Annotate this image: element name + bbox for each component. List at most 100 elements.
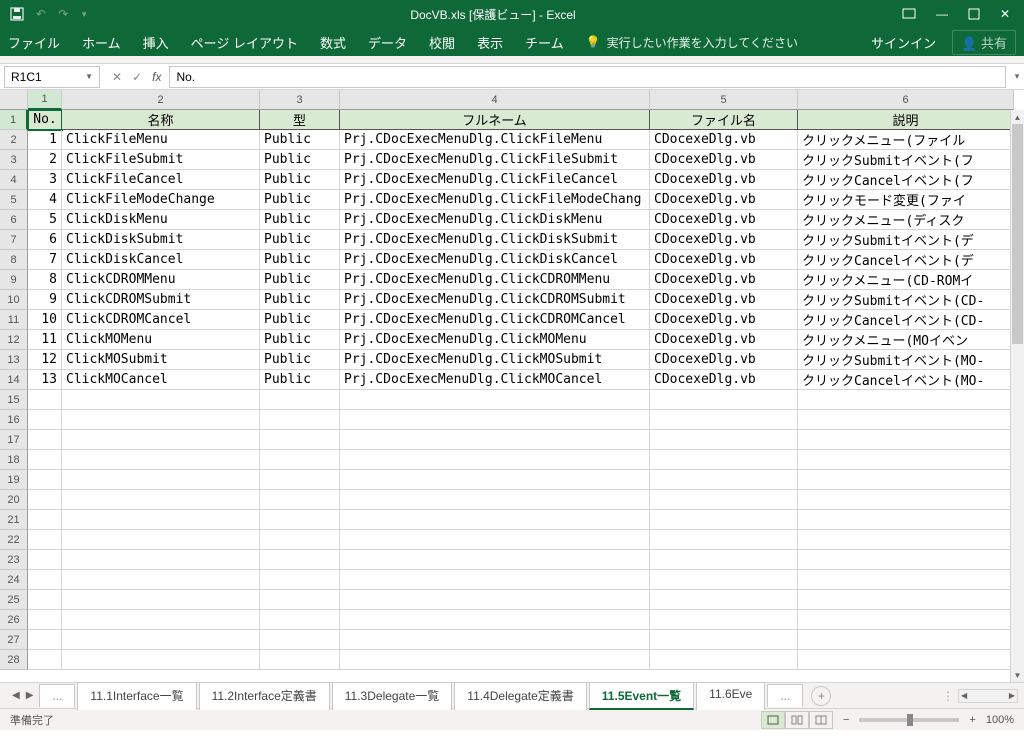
cell[interactable]: 名称 bbox=[62, 110, 260, 130]
cell[interactable]: 2 bbox=[28, 150, 62, 170]
cell[interactable] bbox=[260, 550, 340, 570]
cell[interactable] bbox=[340, 510, 650, 530]
cell[interactable]: クリックSubmitイベント(CD- bbox=[798, 290, 1014, 310]
sheet-tab[interactable]: 11.5Event一覧 bbox=[589, 682, 694, 710]
cell[interactable]: ClickFileMenu bbox=[62, 130, 260, 150]
cell[interactable] bbox=[62, 450, 260, 470]
cell[interactable]: CDocexeDlg.vb bbox=[650, 230, 798, 250]
cell[interactable]: ClickFileCancel bbox=[62, 170, 260, 190]
cell[interactable]: クリックメニュー(ファイル bbox=[798, 130, 1014, 150]
cell[interactable] bbox=[340, 590, 650, 610]
undo-icon[interactable]: ↶ bbox=[36, 7, 46, 21]
cell[interactable]: クリックCancelイベント(MO- bbox=[798, 370, 1014, 390]
cell[interactable]: 3 bbox=[28, 170, 62, 190]
row-header[interactable]: 15 bbox=[0, 390, 28, 410]
cell[interactable]: Public bbox=[260, 310, 340, 330]
save-icon[interactable] bbox=[10, 7, 24, 21]
sheet-tab[interactable]: 11.1Interface一覧 bbox=[77, 682, 196, 710]
row-header[interactable]: 13 bbox=[0, 350, 28, 370]
cell[interactable] bbox=[260, 510, 340, 530]
cell[interactable]: クリックSubmitイベント(デ bbox=[798, 230, 1014, 250]
redo-icon[interactable]: ↷ bbox=[58, 7, 68, 21]
cell[interactable]: Public bbox=[260, 210, 340, 230]
cell[interactable]: Public bbox=[260, 190, 340, 210]
zoom-out-button[interactable]: − bbox=[843, 714, 849, 726]
row-header[interactable]: 24 bbox=[0, 570, 28, 590]
cell[interactable]: 1 bbox=[28, 130, 62, 150]
cell[interactable] bbox=[62, 570, 260, 590]
zoom-level[interactable]: 100% bbox=[986, 714, 1014, 726]
cell[interactable]: Prj.CDocExecMenuDlg.ClickDiskSubmit bbox=[340, 230, 650, 250]
cell[interactable] bbox=[260, 410, 340, 430]
cell[interactable] bbox=[62, 430, 260, 450]
row-header[interactable]: 3 bbox=[0, 150, 28, 170]
cell[interactable] bbox=[260, 590, 340, 610]
cell[interactable]: ファイル名 bbox=[650, 110, 798, 130]
cell[interactable]: 11 bbox=[28, 330, 62, 350]
cell[interactable] bbox=[650, 530, 798, 550]
cell[interactable] bbox=[28, 510, 62, 530]
scroll-down-icon[interactable]: ▼ bbox=[1011, 668, 1024, 682]
cell[interactable]: CDocexeDlg.vb bbox=[650, 250, 798, 270]
cell[interactable]: ClickFileModeChange bbox=[62, 190, 260, 210]
cell[interactable] bbox=[650, 390, 798, 410]
tab-review[interactable]: 校閲 bbox=[429, 33, 455, 52]
cell[interactable]: クリックメニュー(CD-ROMイ bbox=[798, 270, 1014, 290]
ribbon-display-icon[interactable] bbox=[902, 8, 916, 20]
cell[interactable]: 説明 bbox=[798, 110, 1014, 130]
cell[interactable] bbox=[798, 650, 1014, 670]
cell[interactable]: Prj.CDocExecMenuDlg.ClickFileMenu bbox=[340, 130, 650, 150]
col-header[interactable]: 4 bbox=[340, 90, 650, 110]
cell[interactable]: フルネーム bbox=[340, 110, 650, 130]
cell[interactable]: ClickMOCancel bbox=[62, 370, 260, 390]
cell[interactable]: Public bbox=[260, 250, 340, 270]
cell[interactable] bbox=[340, 490, 650, 510]
cell[interactable]: 12 bbox=[28, 350, 62, 370]
cell[interactable]: ClickDiskCancel bbox=[62, 250, 260, 270]
cell[interactable]: CDocexeDlg.vb bbox=[650, 350, 798, 370]
tab-home[interactable]: ホーム bbox=[82, 33, 121, 52]
cell[interactable]: Prj.CDocExecMenuDlg.ClickCDROMSubmit bbox=[340, 290, 650, 310]
new-sheet-button[interactable]: + bbox=[811, 686, 831, 706]
cell[interactable]: CDocexeDlg.vb bbox=[650, 290, 798, 310]
sheet-tab-more[interactable]: ... bbox=[767, 684, 803, 707]
cell[interactable] bbox=[62, 390, 260, 410]
fx-icon[interactable]: fx bbox=[152, 70, 161, 84]
cell[interactable] bbox=[340, 570, 650, 590]
qat-dropdown-icon[interactable]: ▼ bbox=[80, 10, 88, 19]
cell[interactable]: Prj.CDocExecMenuDlg.ClickFileCancel bbox=[340, 170, 650, 190]
cell[interactable] bbox=[62, 610, 260, 630]
cell[interactable] bbox=[62, 510, 260, 530]
cell[interactable] bbox=[650, 490, 798, 510]
cell[interactable]: ClickFileSubmit bbox=[62, 150, 260, 170]
row-header[interactable]: 12 bbox=[0, 330, 28, 350]
vertical-scrollbar[interactable]: ▲ ▼ bbox=[1010, 110, 1024, 682]
cell[interactable]: クリックメニュー(MOイベン bbox=[798, 330, 1014, 350]
row-header[interactable]: 25 bbox=[0, 590, 28, 610]
cell[interactable]: Public bbox=[260, 370, 340, 390]
cell[interactable]: CDocexeDlg.vb bbox=[650, 170, 798, 190]
cell[interactable] bbox=[798, 390, 1014, 410]
cell[interactable] bbox=[62, 630, 260, 650]
row-header[interactable]: 9 bbox=[0, 270, 28, 290]
cell[interactable]: クリックCancelイベント(フ bbox=[798, 170, 1014, 190]
row-header[interactable]: 1 bbox=[0, 110, 28, 130]
cell[interactable]: No. bbox=[28, 110, 62, 130]
cell[interactable] bbox=[260, 430, 340, 450]
col-header[interactable]: 3 bbox=[260, 90, 340, 110]
cell[interactable] bbox=[28, 630, 62, 650]
cell[interactable] bbox=[798, 610, 1014, 630]
cell[interactable]: CDocexeDlg.vb bbox=[650, 130, 798, 150]
cell[interactable]: CDocexeDlg.vb bbox=[650, 210, 798, 230]
row-header[interactable]: 4 bbox=[0, 170, 28, 190]
cell[interactable] bbox=[650, 410, 798, 430]
cell[interactable] bbox=[650, 450, 798, 470]
cell[interactable]: Prj.CDocExecMenuDlg.ClickMOSubmit bbox=[340, 350, 650, 370]
name-box[interactable]: R1C1 ▼ bbox=[4, 66, 100, 88]
tab-nav-prev-icon[interactable]: ◀ bbox=[12, 690, 20, 701]
cancel-formula-icon[interactable]: ✕ bbox=[112, 70, 122, 84]
cell[interactable] bbox=[260, 610, 340, 630]
cell[interactable]: Public bbox=[260, 150, 340, 170]
row-header[interactable]: 22 bbox=[0, 530, 28, 550]
cell[interactable] bbox=[340, 470, 650, 490]
